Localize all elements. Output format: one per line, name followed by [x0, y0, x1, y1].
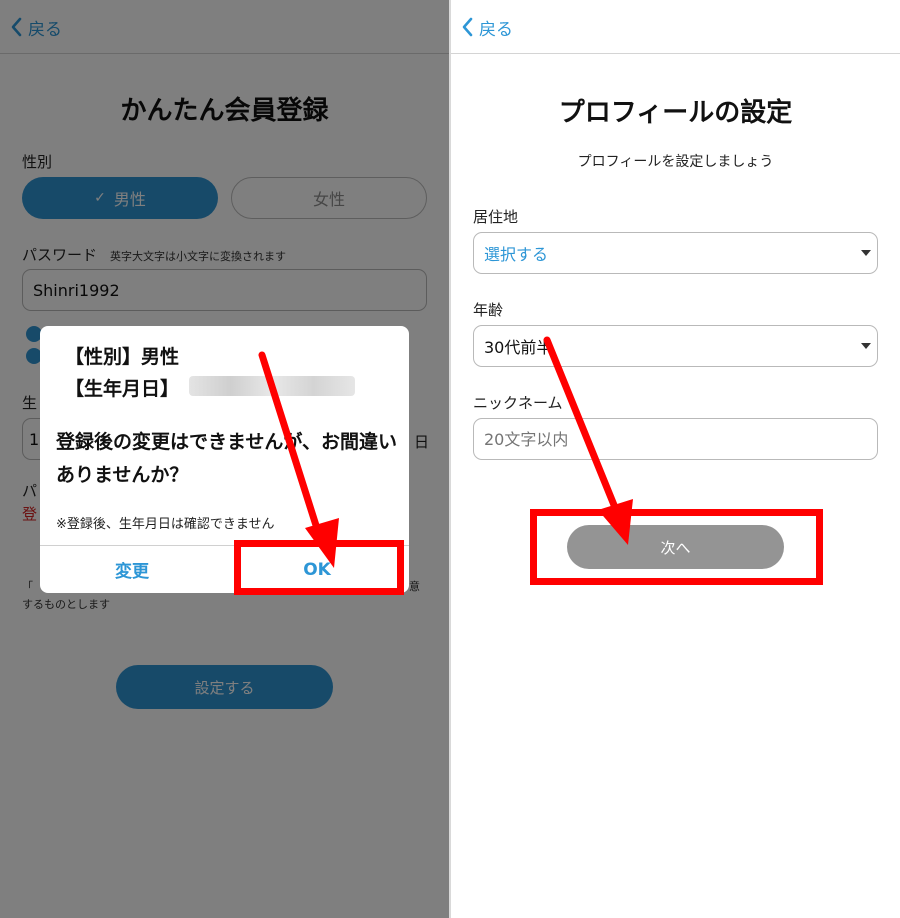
arrow-icon	[543, 336, 633, 545]
registration-screen: 戻る かんたん会員登録 性別 ✓ 男性 女性 パスワード 英字大文字は小文字に変…	[0, 0, 449, 918]
profile-screen: 戻る プロフィールの設定 プロフィールを設定しましょう 居住地 選択する 年齢 …	[451, 0, 900, 918]
arrow-icon	[258, 351, 339, 568]
